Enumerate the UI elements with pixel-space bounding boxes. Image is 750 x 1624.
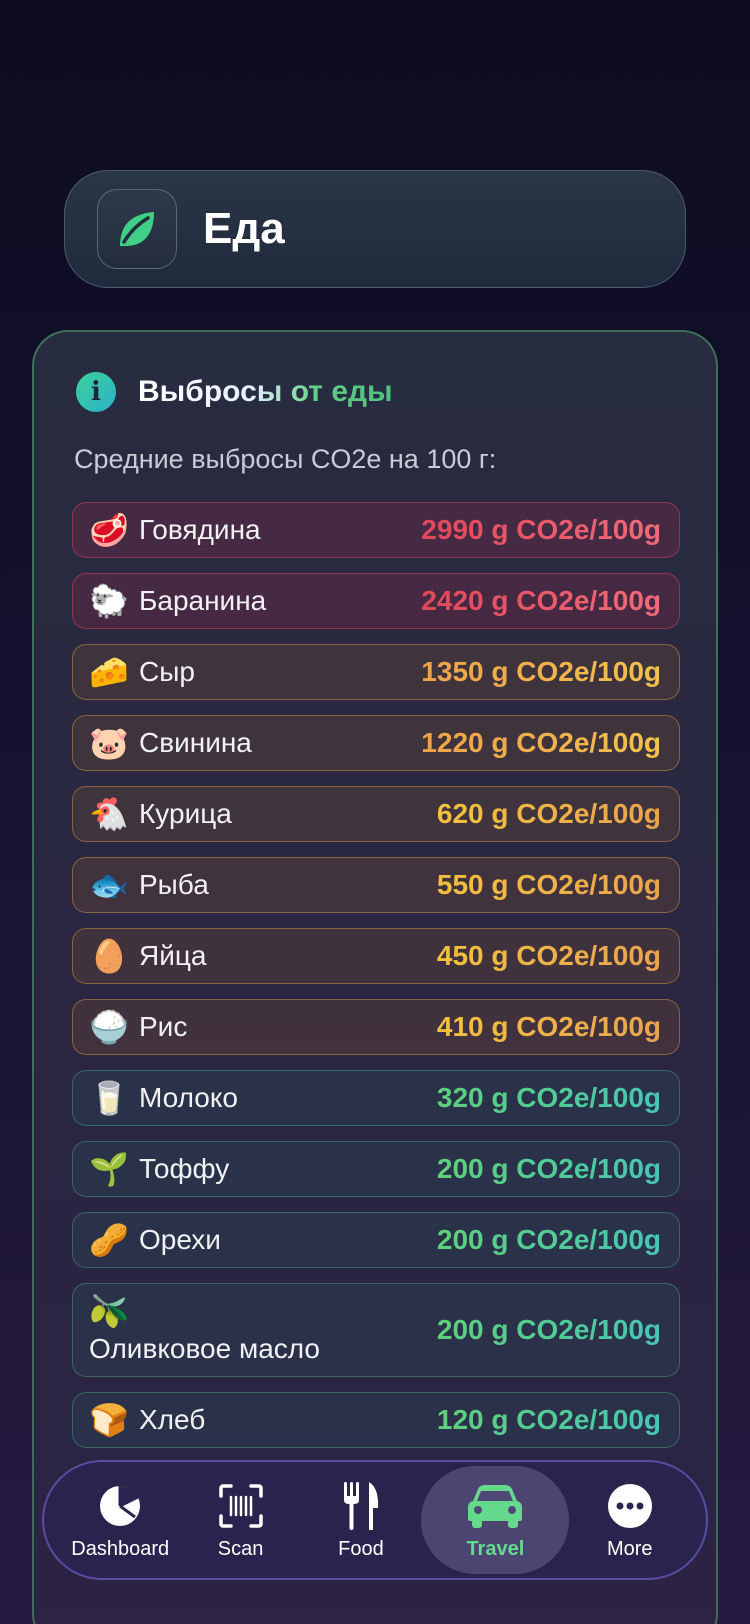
food-name: Рис <box>139 1011 188 1042</box>
car-icon <box>466 1480 524 1532</box>
tab-label: More <box>606 1537 653 1560</box>
rice-emoji-icon: 🍚 <box>89 1009 129 1045</box>
tab-label: Scan <box>217 1537 264 1560</box>
peanut-emoji-icon: 🥜 <box>89 1222 129 1258</box>
tab-more[interactable]: More <box>570 1466 690 1574</box>
sheep-emoji-icon: 🐑 <box>89 583 129 619</box>
cheese-emoji-icon: 🧀 <box>89 654 129 690</box>
food-name: Тоффу <box>139 1153 230 1184</box>
food-name: Орехи <box>139 1224 221 1255</box>
barcode-scan-icon <box>218 1480 264 1532</box>
tab-dashboard[interactable]: Dashboard <box>60 1466 180 1574</box>
more-dots-icon <box>607 1480 653 1532</box>
bread-emoji-icon: 🍞 <box>89 1402 129 1438</box>
page-title: Еда <box>203 204 285 253</box>
beef-emoji-icon: 🥩 <box>89 512 129 548</box>
card-subtitle: Средние выбросы CO2e на 100 г: <box>74 444 497 474</box>
food-value: 200 g CO2e/100g <box>436 1314 661 1345</box>
food-row-lamb: 🐑 Баранина 2420 g CO2e/100g <box>72 573 680 629</box>
card-header: i Выбросы от еды <box>76 372 393 412</box>
tab-travel[interactable]: Travel <box>421 1466 570 1574</box>
food-name: Курица <box>139 798 232 829</box>
card-title: Выбросы от еды <box>138 375 393 408</box>
food-row-nuts: 🥜 Орехи 200 g CO2e/100g <box>72 1212 680 1268</box>
food-name: Яйца <box>139 940 207 971</box>
food-row-pork: 🐷 Свинина 1220 g CO2e/100g <box>72 715 680 771</box>
food-value: 1220 g CO2e/100g <box>421 727 661 758</box>
tab-food[interactable]: Food <box>301 1466 421 1574</box>
food-name: Говядина <box>139 514 261 545</box>
header-card: Еда <box>64 170 686 288</box>
food-row-beef: 🥩 Говядина 2990 g CO2e/100g <box>72 502 680 558</box>
food-value: 200 g CO2e/100g <box>436 1153 661 1184</box>
food-name: Свинина <box>139 727 252 758</box>
tab-bar: Dashboard Scan Food Travel More <box>42 1460 708 1580</box>
food-name: Рыба <box>139 869 209 900</box>
food-value: 550 g CO2e/100g <box>436 869 661 900</box>
egg-emoji-icon: 🥚 <box>89 938 129 974</box>
food-value: 2420 g CO2e/100g <box>421 585 661 616</box>
food-value: 120 g CO2e/100g <box>436 1404 661 1435</box>
tab-label: Dashboard <box>71 1537 170 1560</box>
food-row-milk: 🥛 Молоко 320 g CO2e/100g <box>72 1070 680 1126</box>
leaf-icon <box>97 189 177 269</box>
food-row-bread: 🍞 Хлеб 120 g CO2e/100g <box>72 1392 680 1448</box>
milk-emoji-icon: 🥛 <box>89 1080 129 1116</box>
food-emissions-card: i Выбросы от еды Средние выбросы CO2e на… <box>32 330 718 1624</box>
food-row-tofu: 🌱 Тоффу 200 g CO2e/100g <box>72 1141 680 1197</box>
food-name: Молоко <box>139 1082 238 1113</box>
fish-emoji-icon: 🐟 <box>89 867 129 903</box>
food-value: 320 g CO2e/100g <box>436 1082 661 1113</box>
food-value: 1350 g CO2e/100g <box>421 656 661 687</box>
food-value: 410 g CO2e/100g <box>436 1011 661 1042</box>
food-row-fish: 🐟 Рыба 550 g CO2e/100g <box>72 857 680 913</box>
tab-label: Food <box>338 1537 384 1560</box>
pig-emoji-icon: 🐷 <box>89 725 129 761</box>
food-row-olive-oil: 🫒 Оливковое масло 200 g CO2e/100g <box>72 1283 680 1377</box>
food-name: Баранина <box>139 585 267 616</box>
food-value: 200 g CO2e/100g <box>436 1224 661 1255</box>
seedling-emoji-icon: 🌱 <box>89 1151 129 1187</box>
olive-emoji-icon: 🫒 <box>89 1293 129 1329</box>
food-name: Сыр <box>139 656 195 687</box>
food-row-rice: 🍚 Рис 410 g CO2e/100g <box>72 999 680 1055</box>
info-icon: i <box>76 372 116 412</box>
food-list: 🥩 Говядина 2990 g CO2e/100g 🐑 Баранина 242… <box>72 502 680 1463</box>
food-row-chicken: 🐔 Курица 620 g CO2e/100g <box>72 786 680 842</box>
food-name: Хлеб <box>139 1404 206 1435</box>
pie-chart-icon <box>97 1480 143 1532</box>
food-value: 450 g CO2e/100g <box>436 940 661 971</box>
tab-label: Travel <box>466 1537 525 1560</box>
food-value: 2990 g CO2e/100g <box>421 514 661 545</box>
chicken-emoji-icon: 🐔 <box>89 796 129 832</box>
food-row-eggs: 🥚 Яйца 450 g CO2e/100g <box>72 928 680 984</box>
fork-knife-icon <box>341 1480 381 1532</box>
food-name: Оливковое масло <box>89 1333 320 1364</box>
food-value: 620 g CO2e/100g <box>436 798 661 829</box>
food-row-cheese: 🧀 Сыр 1350 g CO2e/100g <box>72 644 680 700</box>
tab-scan[interactable]: Scan <box>181 1466 301 1574</box>
